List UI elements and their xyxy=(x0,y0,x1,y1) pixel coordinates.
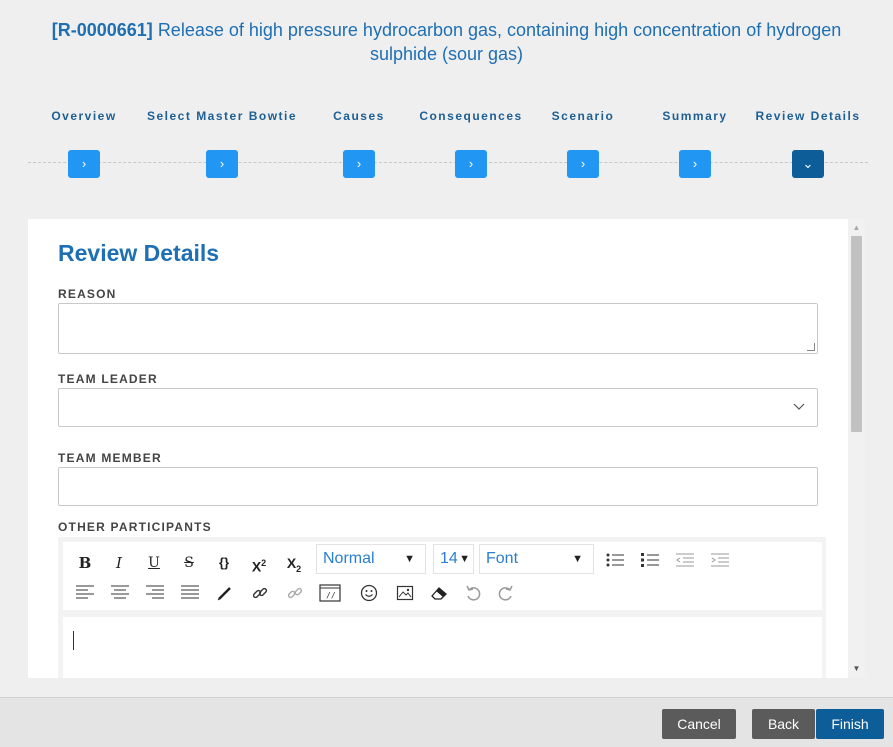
caret-down-icon: ▼ xyxy=(404,553,415,565)
superscript-mark: 2 xyxy=(261,558,267,568)
image-icon[interactable] xyxy=(393,584,417,606)
section-heading: Review Details xyxy=(58,240,220,266)
underline-button[interactable]: U xyxy=(142,552,166,574)
rich-text-editor: B I U S {} X2 X2 Normal ▼ 14 ▼ Font ▼ // xyxy=(58,537,826,678)
bullet-list-icon[interactable] xyxy=(603,552,627,574)
team-leader-label: TEAM LEADER xyxy=(58,372,158,386)
team-member-input[interactable] xyxy=(58,467,818,506)
finish-button[interactable]: Finish xyxy=(816,709,884,739)
footer-bar: Cancel Back Finish xyxy=(0,697,893,747)
align-right-icon[interactable] xyxy=(143,584,167,606)
align-justify-icon[interactable] xyxy=(178,584,202,606)
editor-content-area[interactable] xyxy=(63,617,822,678)
bold-button[interactable]: B xyxy=(73,552,97,574)
chevron-right-icon[interactable]: › xyxy=(455,150,487,178)
font-size-value: 14 xyxy=(440,550,458,567)
scroll-down-icon[interactable]: ▼ xyxy=(848,662,865,676)
redo-icon[interactable] xyxy=(494,584,518,606)
chevron-right-icon[interactable]: › xyxy=(206,150,238,178)
caret-down-icon: ▼ xyxy=(459,553,470,565)
cancel-button[interactable]: Cancel xyxy=(662,709,736,739)
link-icon[interactable] xyxy=(248,584,272,606)
reason-label: REASON xyxy=(58,287,117,301)
team-member-label: TEAM MEMBER xyxy=(58,451,162,465)
reason-textarea[interactable] xyxy=(58,303,818,354)
step-review-details[interactable]: Review Details ⌄ xyxy=(733,107,883,178)
font-family-value: Font xyxy=(486,550,519,567)
team-leader-select[interactable] xyxy=(58,388,818,427)
step-label[interactable]: Select Master Bowtie xyxy=(147,107,297,125)
font-size-select[interactable]: 14 ▼ xyxy=(433,544,474,574)
chevron-right-icon[interactable]: › xyxy=(679,150,711,178)
stepper-line xyxy=(28,162,868,163)
subscript-mark: 2 xyxy=(296,563,302,574)
align-left-icon[interactable] xyxy=(73,584,97,606)
scrollbar-thumb[interactable] xyxy=(851,236,862,432)
review-details-panel: Review Details REASON TEAM LEADER TEAM M… xyxy=(28,219,865,678)
format-select[interactable]: Normal ▼ xyxy=(316,544,426,574)
code-block-button[interactable]: {} xyxy=(212,552,236,574)
step-overview[interactable]: Overview › xyxy=(9,107,159,178)
record-id: [R-0000661] xyxy=(51,20,153,40)
chevron-right-icon[interactable]: › xyxy=(343,150,375,178)
svg-text://: // xyxy=(326,591,336,600)
unlink-icon[interactable] xyxy=(283,584,307,606)
step-label[interactable]: Overview xyxy=(9,107,159,125)
chevron-right-icon[interactable]: › xyxy=(68,150,100,178)
superscript-button[interactable]: X2 xyxy=(247,552,271,575)
other-participants-label: OTHER PARTICIPANTS xyxy=(58,520,212,534)
resize-handle-icon[interactable] xyxy=(807,343,815,351)
chevron-down-icon[interactable]: ⌄ xyxy=(792,150,824,178)
outdent-icon[interactable] xyxy=(673,552,697,574)
chevron-right-icon[interactable]: › xyxy=(567,150,599,178)
back-button[interactable]: Back xyxy=(752,709,815,739)
embed-code-icon[interactable]: // xyxy=(318,584,342,606)
record-title: Release of high pressure hydrocarbon gas… xyxy=(157,20,842,64)
indent-icon[interactable] xyxy=(708,552,732,574)
text-cursor xyxy=(73,631,74,650)
numbered-list-icon[interactable] xyxy=(638,552,662,574)
subscript-glyph: X xyxy=(286,555,297,571)
font-family-select[interactable]: Font ▼ xyxy=(479,544,594,574)
editor-toolbar: B I U S {} X2 X2 Normal ▼ 14 ▼ Font ▼ // xyxy=(63,542,822,610)
subscript-button[interactable]: X2 xyxy=(282,552,306,574)
strikethrough-button[interactable]: S xyxy=(177,552,201,574)
page-title: [R-0000661] Release of high pressure hyd… xyxy=(20,18,873,66)
caret-down-icon: ▼ xyxy=(572,553,583,565)
step-label[interactable]: Review Details xyxy=(733,107,883,125)
eraser-icon[interactable] xyxy=(427,584,451,606)
step-select-master-bowtie[interactable]: Select Master Bowtie › xyxy=(147,107,297,178)
undo-icon[interactable] xyxy=(461,584,485,606)
panel-scrollbar[interactable]: ▲ ▼ xyxy=(848,219,865,678)
format-select-value: Normal xyxy=(323,550,375,567)
wizard-stepper: Overview › Select Master Bowtie › Causes… xyxy=(0,107,893,187)
italic-button[interactable]: I xyxy=(107,552,131,574)
chevron-down-icon[interactable] xyxy=(793,400,805,414)
scroll-up-icon[interactable]: ▲ xyxy=(848,221,865,235)
align-center-icon[interactable] xyxy=(108,584,132,606)
superscript-glyph: X xyxy=(251,558,262,575)
emoji-icon[interactable] xyxy=(357,584,381,606)
text-color-pen-icon[interactable] xyxy=(213,584,237,606)
